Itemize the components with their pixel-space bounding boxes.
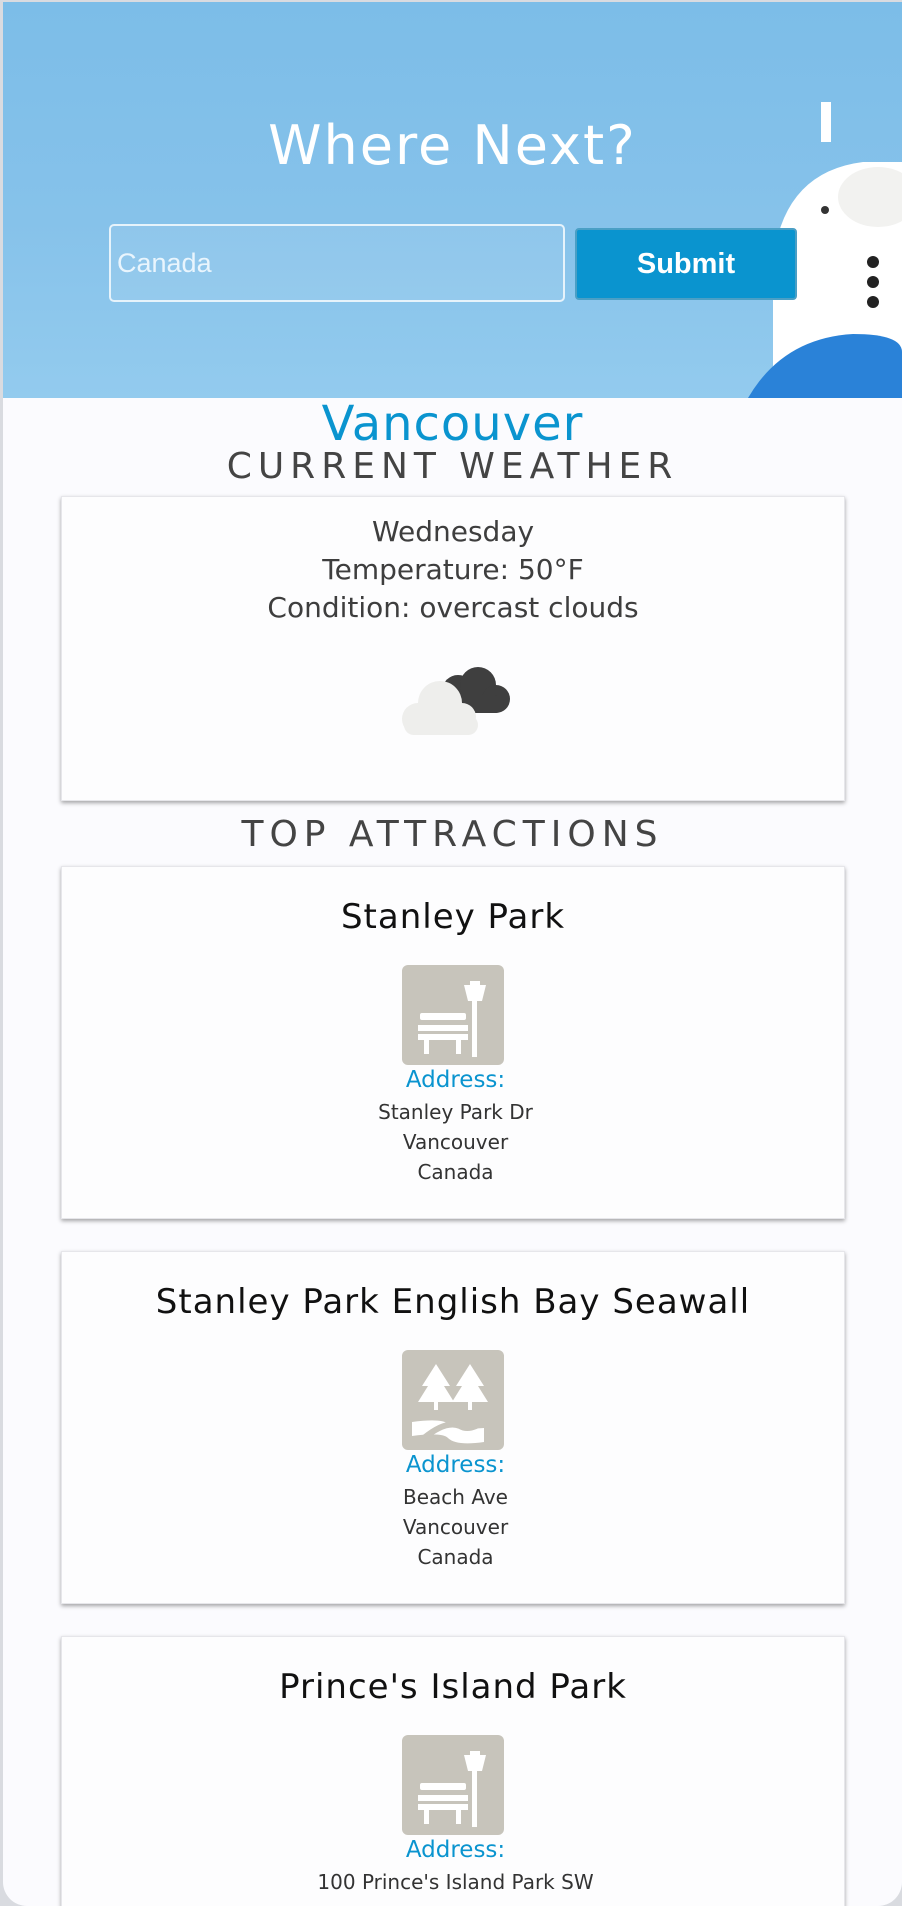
address-line: Stanley Park Dr <box>378 1100 533 1124</box>
weather-card: Wednesday Temperature: 50°F Condition: o… <box>61 496 845 801</box>
app-frame: Where Next? Submit Vancouver CURRENT WEA… <box>3 2 902 1906</box>
weather-temperature: Temperature: 50°F <box>322 553 584 586</box>
address-label: Address: <box>405 1067 506 1093</box>
weather-day: Wednesday <box>371 515 535 548</box>
top-attractions-heading: TOP ATTRACTIONS <box>241 814 664 855</box>
current-weather-heading: CURRENT WEATHER <box>226 446 679 487</box>
address-label: Address: <box>405 1837 506 1863</box>
address-line: Canada <box>417 1160 494 1184</box>
attraction-card: Stanley Park English Bay Seawall Address… <box>61 1251 845 1604</box>
city-name: Vancouver <box>321 396 584 452</box>
address-line: Vancouver <box>402 1515 509 1539</box>
address-line: 100 Prince's Island Park SW <box>317 1870 594 1894</box>
address-line: Canada <box>417 1545 494 1569</box>
attraction-name: Prince's Island Park <box>279 1667 627 1707</box>
destination-search-input[interactable] <box>109 224 565 302</box>
overcast-clouds-icon <box>402 667 510 735</box>
submit-button[interactable]: Submit <box>575 228 797 300</box>
hero-banner: Where Next? Submit <box>3 2 902 398</box>
attraction-name: Stanley Park English Bay Seawall <box>155 1282 751 1322</box>
address-line: Vancouver <box>402 1130 509 1154</box>
park-bench-icon <box>402 1735 504 1835</box>
attraction-name: Stanley Park <box>340 897 566 937</box>
address-line: Beach Ave <box>403 1485 508 1509</box>
weather-condition: Condition: overcast clouds <box>267 591 639 624</box>
address-label: Address: <box>405 1452 506 1478</box>
hero-title: Where Next? <box>268 114 637 177</box>
attraction-card: Stanley Park Address: Stanley Park Dr Va… <box>61 866 845 1219</box>
trail-trees-icon <box>402 1350 504 1450</box>
attraction-card: Prince's Island Park Address: 100 Prince… <box>61 1636 845 1906</box>
park-bench-icon <box>402 965 504 1065</box>
